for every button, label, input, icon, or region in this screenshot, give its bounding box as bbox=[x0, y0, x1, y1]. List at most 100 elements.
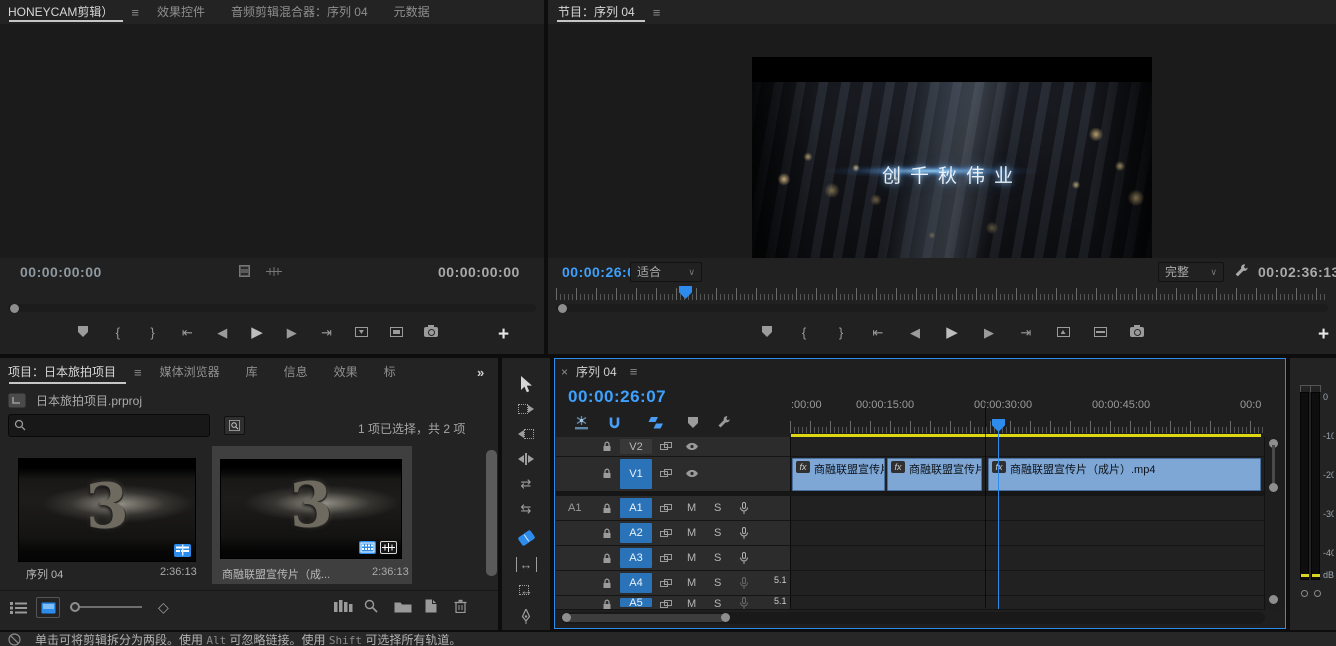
source-seekbar-handle[interactable] bbox=[10, 304, 19, 313]
voiceover-mic-icon[interactable] bbox=[739, 502, 749, 515]
project-item-sequence[interactable]: 3 序列 04 2:36:13 bbox=[8, 446, 208, 584]
nest-sequence-icon[interactable] bbox=[574, 416, 589, 430]
export-frame-button[interactable] bbox=[1130, 326, 1144, 340]
timeline-playhead-line[interactable] bbox=[998, 431, 999, 609]
voiceover-mic-icon[interactable] bbox=[739, 527, 749, 540]
voiceover-mic-icon[interactable] bbox=[739, 577, 749, 590]
mute-button[interactable]: M bbox=[687, 527, 696, 539]
sync-lock-icon[interactable] bbox=[660, 528, 672, 539]
timeline-settings-wrench-icon[interactable] bbox=[717, 415, 731, 429]
drag-audio-only-icon[interactable] bbox=[266, 267, 282, 276]
meter-solo-left-button[interactable] bbox=[1301, 590, 1308, 597]
search-bin-button[interactable] bbox=[224, 416, 245, 435]
lock-icon[interactable] bbox=[602, 441, 612, 452]
zoom-slider-handle[interactable] bbox=[70, 602, 80, 612]
horizontal-scrollbar-thumb[interactable] bbox=[565, 614, 725, 622]
sync-lock-icon[interactable] bbox=[660, 441, 672, 452]
ripple-edit-tool[interactable] bbox=[502, 449, 550, 469]
zoom-slider[interactable] bbox=[70, 601, 142, 613]
track-v1-target-badge[interactable]: V1 bbox=[620, 459, 652, 489]
sync-lock-icon[interactable] bbox=[660, 578, 672, 589]
project-item-clip[interactable]: 3 商融联盟宣传片（成... 2:36:13 bbox=[212, 446, 412, 584]
linked-selection-icon[interactable] bbox=[647, 417, 663, 429]
play-button[interactable]: ▶ bbox=[250, 326, 264, 340]
drag-video-only-icon[interactable] bbox=[238, 265, 251, 277]
track-height-handle[interactable] bbox=[1269, 595, 1278, 604]
new-bin-button[interactable] bbox=[394, 600, 412, 613]
step-forward-button[interactable]: ▶ bbox=[285, 326, 299, 340]
tab-metadata[interactable]: 元数据 bbox=[381, 0, 443, 24]
panel-menu-icon[interactable]: ≡ bbox=[653, 5, 661, 20]
step-back-button[interactable]: ◀ bbox=[215, 326, 229, 340]
lock-icon[interactable] bbox=[602, 503, 612, 514]
slip-tool[interactable]: ↔ bbox=[502, 554, 550, 574]
export-frame-button[interactable] bbox=[424, 326, 438, 340]
sequence-thumbnail[interactable]: 3 bbox=[18, 458, 196, 562]
timeline-clip-2[interactable]: fx商融联盟宣传片（成片）.mp4 bbox=[887, 458, 982, 491]
track-a3-target-badge[interactable]: A3 bbox=[620, 548, 652, 568]
overwrite-button[interactable] bbox=[389, 326, 403, 340]
mute-button[interactable]: M bbox=[687, 502, 696, 514]
tab-source[interactable]: HONEYCAM剪辑） bbox=[6, 0, 126, 24]
timeline-horizontal-scrollbar[interactable] bbox=[561, 612, 1265, 624]
playback-resolution-select[interactable]: 完整 ∨ bbox=[1158, 262, 1224, 282]
mute-button[interactable]: M bbox=[687, 577, 696, 589]
panel-menu-icon[interactable]: ≡ bbox=[630, 364, 638, 379]
go-to-out-button[interactable]: ⇥ bbox=[320, 326, 334, 340]
item-name[interactable]: 序列 04 bbox=[26, 566, 63, 582]
vertical-scrollbar-thumb[interactable] bbox=[1272, 445, 1275, 487]
snap-magnet-icon[interactable] bbox=[608, 417, 621, 430]
close-icon[interactable]: × bbox=[561, 365, 568, 379]
lock-icon[interactable] bbox=[602, 468, 612, 479]
track-select-backward-tool[interactable] bbox=[502, 424, 550, 444]
tab-info[interactable]: 信息 bbox=[271, 360, 321, 384]
tab-effects[interactable]: 效果 bbox=[321, 360, 371, 384]
add-marker-button[interactable] bbox=[760, 326, 774, 340]
tab-media-browser[interactable]: 媒体浏览器 bbox=[147, 360, 233, 384]
source-current-timecode[interactable]: 00:00:00:00 bbox=[20, 264, 102, 280]
mute-button[interactable]: M bbox=[687, 552, 696, 564]
play-button[interactable]: ▶ bbox=[945, 326, 959, 340]
step-forward-button[interactable]: ▶ bbox=[982, 326, 996, 340]
audio-meter-left[interactable] bbox=[1300, 392, 1309, 580]
solo-button[interactable]: S bbox=[714, 598, 721, 610]
solo-button[interactable]: S bbox=[714, 552, 721, 564]
program-time-ruler[interactable] bbox=[556, 286, 1328, 300]
track-a4-content[interactable] bbox=[791, 571, 1264, 595]
lift-button[interactable] bbox=[1056, 326, 1070, 340]
add-marker-icon[interactable] bbox=[688, 417, 698, 431]
lock-icon[interactable] bbox=[602, 599, 612, 610]
vertical-scroll-handle-bottom[interactable] bbox=[1269, 483, 1278, 492]
panel-menu-icon[interactable]: ≡ bbox=[134, 365, 142, 380]
button-editor-button[interactable]: + bbox=[498, 324, 509, 346]
timeline-ruler-ticks[interactable] bbox=[790, 419, 1263, 433]
sync-lock-icon[interactable] bbox=[660, 553, 672, 564]
zoom-level-select[interactable]: 适合 ∨ bbox=[630, 262, 702, 282]
go-to-in-button[interactable]: ⇤ bbox=[180, 326, 194, 340]
insert-button[interactable] bbox=[354, 326, 368, 340]
icon-view-button[interactable] bbox=[36, 597, 60, 618]
tab-overflow-icon[interactable]: » bbox=[477, 365, 484, 380]
program-viewer[interactable]: 创千秋伟业 bbox=[548, 24, 1336, 258]
source-seekbar[interactable] bbox=[8, 304, 536, 312]
track-a1-content[interactable] bbox=[791, 496, 1264, 520]
track-v2-content[interactable] bbox=[791, 437, 1264, 456]
rolling-edit-tool[interactable]: ⇄ bbox=[502, 474, 550, 494]
voiceover-mic-icon[interactable] bbox=[739, 597, 749, 610]
new-item-button[interactable] bbox=[424, 599, 438, 613]
sort-icons-button[interactable]: ◇ bbox=[158, 599, 169, 616]
list-view-button[interactable] bbox=[10, 601, 27, 615]
item-name[interactable]: 商融联盟宣传片（成... bbox=[222, 566, 330, 582]
panel-menu-icon[interactable]: ≡ bbox=[131, 5, 139, 20]
mark-out-button[interactable]: } bbox=[834, 326, 848, 340]
timeline-tab[interactable]: × 序列 04 ≡ bbox=[561, 363, 642, 380]
step-back-button[interactable]: ◀ bbox=[908, 326, 922, 340]
clip-thumbnail[interactable]: 3 bbox=[220, 459, 402, 559]
track-select-forward-tool[interactable] bbox=[502, 399, 550, 419]
extract-button[interactable] bbox=[1093, 326, 1107, 340]
zoom-handle-left[interactable] bbox=[562, 613, 571, 622]
program-seekbar-handle[interactable] bbox=[558, 304, 567, 313]
zoom-handle-right[interactable] bbox=[721, 613, 730, 622]
mark-out-button[interactable]: } bbox=[146, 326, 160, 340]
automate-to-sequence-button[interactable] bbox=[334, 600, 353, 614]
